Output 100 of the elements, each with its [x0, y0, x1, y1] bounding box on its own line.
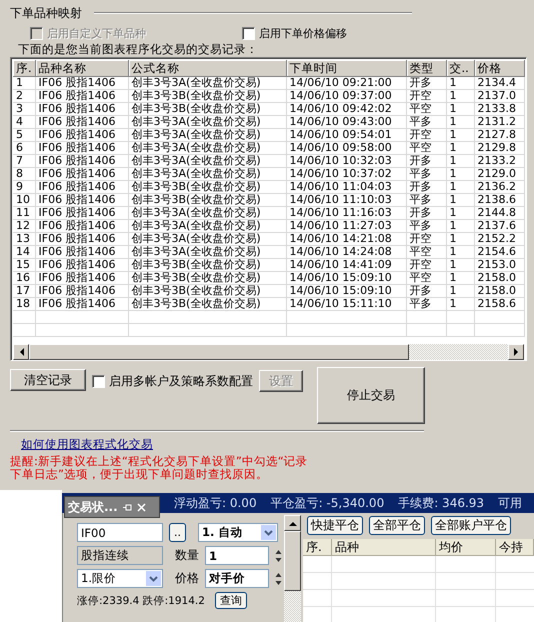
table-cell: 创丰3号3A(全收盘价交易): [128, 232, 286, 246]
table-cell: 平多: [406, 194, 446, 206]
table-cell: 14/06/10 11:16:03: [286, 206, 406, 220]
account-stat: 平仓盈亏: -5,340.00: [270, 494, 384, 512]
column-header[interactable]: 品种名称: [35, 60, 128, 76]
horizontal-scrollbar[interactable]: [13, 344, 524, 360]
table-cell: 开多: [406, 180, 446, 194]
tab-title: 交易状...: [68, 498, 118, 516]
table-cell: 14/06/10 15:11:10: [286, 298, 406, 310]
table-cell: IF06 股指1406: [35, 232, 128, 246]
right-arrow-icon[interactable]: [514, 348, 518, 356]
table-cell: IF06 股指1406: [35, 128, 128, 142]
table-cell: 开空: [406, 232, 446, 246]
close-icon[interactable]: [136, 502, 146, 512]
table-cell: 平多: [406, 168, 446, 180]
product-field: 股指连续: [77, 546, 163, 565]
help-link[interactable]: 如何使用图表程式化交易: [21, 437, 153, 452]
left-arrow-icon[interactable]: [18, 348, 24, 356]
table-cell: 创丰3号3B(全收盘价交易): [128, 298, 286, 310]
column-header[interactable]: 均价: [436, 539, 496, 556]
close-position-button[interactable]: 全部平仓: [369, 516, 425, 535]
table-cell: 1: [446, 128, 474, 142]
table-cell: 1: [446, 90, 474, 102]
table-cell: IF06 股指1406: [35, 168, 128, 180]
close-position-button[interactable]: 快捷平仓: [307, 516, 363, 535]
mode-dropdown[interactable]: 1. 自动: [198, 523, 278, 542]
table-cell: 1: [446, 298, 474, 310]
table-cell: 创丰3号3A(全收盘价交易): [128, 246, 286, 258]
table-cell: 开空: [406, 128, 446, 142]
table-cell: 1: [446, 76, 474, 90]
table-cell: IF06 股指1406: [35, 220, 128, 232]
table-cell: 14/06/10 09:43:00: [286, 116, 406, 128]
tip-text: 提醒:新手建议在上述“程式化交易下单设置”中勾选“记录 下单日志”选项，便于出现下单问题时查找原因。: [10, 455, 309, 481]
table-cell: 1: [446, 116, 474, 128]
spinner-arrows-icon[interactable]: [275, 570, 282, 586]
column-header[interactable]: 公式名称: [128, 60, 286, 76]
table-cell: 14/06/10 09:58:00: [286, 142, 406, 154]
table-cell: 2133.8: [474, 102, 524, 116]
records-caption: 下面的是您当前图表程序化交易的交易记录：: [17, 42, 259, 57]
account-stat: 可用: [498, 494, 522, 512]
checkbox[interactable]: [242, 26, 255, 40]
column-header[interactable]: 品种: [332, 539, 436, 556]
table-cell: 4: [13, 116, 35, 128]
table-cell: IF06 股指1406: [35, 246, 128, 258]
query-button[interactable]: 查询: [214, 592, 247, 609]
table-cell: IF06 股指1406: [35, 76, 128, 90]
table-cell: 创丰3号3A(全收盘价交易): [128, 168, 286, 180]
table-cell: 14/06/10 15:09:10: [286, 284, 406, 298]
table-cell: 创丰3号3A(全收盘价交易): [128, 128, 286, 142]
vertical-scrollbar[interactable]: [284, 515, 301, 622]
table-cell: 平空: [406, 246, 446, 258]
table-cell: 2144.8: [474, 206, 524, 220]
column-header[interactable]: 交..: [446, 60, 474, 76]
table-cell: 12: [13, 220, 35, 232]
column-header[interactable]: 序.: [303, 539, 332, 556]
table-cell: 14/06/10 14:21:08: [286, 232, 406, 246]
table-cell: 14/06/10 09:54:01: [286, 128, 406, 142]
table-cell: 开空: [406, 90, 446, 102]
table-cell: IF06 股指1406: [35, 180, 128, 194]
quantity-field[interactable]: 1: [205, 546, 269, 565]
column-header[interactable]: 序.: [13, 60, 35, 76]
order-type-dropdown[interactable]: 1.限价: [77, 569, 163, 588]
table-cell: 14/06/10 09:37:00: [286, 90, 406, 102]
browse-button[interactable]: ..: [169, 523, 186, 542]
column-header[interactable]: 下单时间: [286, 60, 406, 76]
price-field[interactable]: 对手价: [205, 569, 269, 588]
table-cell: 14/06/10 09:21:00: [286, 76, 406, 90]
column-header[interactable]: 类型: [406, 60, 446, 76]
column-header[interactable]: 今持: [496, 539, 534, 556]
table-cell: 平多: [406, 116, 446, 128]
table-cell: 2136.2: [474, 180, 524, 194]
checkbox[interactable]: [92, 375, 105, 388]
symbol-field[interactable]: IF00: [77, 523, 163, 542]
table-cell: IF06 股指1406: [35, 102, 128, 116]
table-cell: 18: [13, 298, 35, 310]
table-cell: 1: [446, 258, 474, 272]
table-cell: 14/06/10 10:32:03: [286, 154, 406, 168]
column-header[interactable]: 价格: [474, 60, 524, 76]
table-cell: IF06 股指1406: [35, 258, 128, 272]
table-cell: 创丰3号3A(全收盘价交易): [128, 116, 286, 128]
table-cell: 5: [13, 128, 35, 142]
table-cell: 创丰3号3B(全收盘价交易): [128, 90, 286, 102]
table-cell: 14/06/10 14:41:09: [286, 258, 406, 272]
dock-tab[interactable]: 交易状...: [64, 496, 160, 518]
close-position-button[interactable]: 全部账户平仓: [431, 516, 511, 535]
spinner-arrows-icon[interactable]: [275, 548, 282, 564]
table-cell: IF06 股指1406: [35, 90, 128, 102]
table-cell: 2138.6: [474, 194, 524, 206]
table-cell: 2152.2: [474, 232, 524, 246]
stop-trading-button[interactable]: 停止交易: [317, 367, 425, 424]
table-cell: 2158.0: [474, 272, 524, 284]
table-cell: 14/06/10 11:27:03: [286, 220, 406, 232]
table-cell: IF06 股指1406: [35, 154, 128, 168]
pin-icon[interactable]: [122, 502, 132, 512]
clear-records-button[interactable]: 清空记录: [10, 369, 86, 391]
up-arrow-icon[interactable]: [288, 520, 296, 526]
table-cell: 14/06/10 10:37:02: [286, 168, 406, 180]
table-cell: 1: [446, 284, 474, 298]
table-cell: 1: [446, 142, 474, 154]
table-cell: 创丰3号3B(全收盘价交易): [128, 284, 286, 298]
